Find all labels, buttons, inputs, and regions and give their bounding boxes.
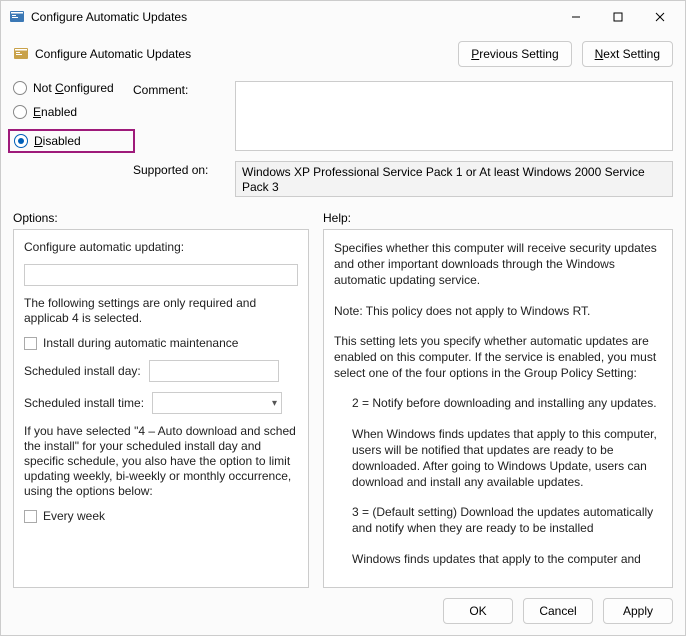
ok-button[interactable]: OK: [443, 598, 513, 624]
supported-line-2: Option 7 only supported on servers of at…: [242, 195, 666, 197]
checkbox-icon: [24, 337, 37, 350]
help-p6: 3 = (Default setting) Download the updat…: [334, 504, 662, 536]
radio-not-configured[interactable]: Not Configured: [13, 81, 125, 95]
options-label: Options:: [13, 211, 309, 225]
help-p4: 2 = Notify before downloading and instal…: [334, 395, 662, 411]
supported-row: Supported on: Windows XP Professional Se…: [133, 161, 673, 197]
panes: Configure automatic updating: The follow…: [1, 229, 685, 588]
close-button[interactable]: [639, 3, 681, 31]
window: Configure Automatic Updates Configure Au…: [0, 0, 686, 636]
radio-icon: [13, 81, 27, 95]
window-controls: [555, 3, 681, 31]
install-day-combo[interactable]: [149, 360, 279, 382]
header-title: Configure Automatic Updates: [35, 47, 191, 61]
install-maintenance-label: Install during automatic maintenance: [43, 336, 238, 350]
radio-dot: [18, 138, 24, 144]
titlebar-icon: [9, 9, 25, 25]
help-content: Specifies whether this computer will rec…: [334, 240, 662, 567]
supported-label: Supported on:: [133, 161, 225, 177]
titlebar: Configure Automatic Updates: [1, 1, 685, 33]
help-label: Help:: [323, 211, 351, 225]
cancel-button[interactable]: Cancel: [523, 598, 593, 624]
apply-button[interactable]: Apply: [603, 598, 673, 624]
previous-setting-button[interactable]: Previous Setting: [458, 41, 571, 67]
supported-line-1: Windows XP Professional Service Pack 1 o…: [242, 165, 666, 195]
help-pane[interactable]: Specifies whether this computer will rec…: [323, 229, 673, 588]
minimize-icon: [571, 12, 581, 22]
comment-row: Comment:: [133, 81, 673, 151]
footer: OK Cancel Apply: [1, 588, 685, 635]
install-time-row: Scheduled install time: ▾: [24, 392, 298, 414]
help-p2: Note: This policy does not apply to Wind…: [334, 303, 662, 319]
comment-label: Comment:: [133, 81, 225, 97]
help-p3: This setting lets you specify whether au…: [334, 333, 662, 382]
help-p1: Specifies whether this computer will rec…: [334, 240, 662, 289]
comment-textarea[interactable]: [235, 81, 673, 151]
every-week-label: Every week: [43, 509, 105, 523]
install-day-label: Scheduled install day:: [24, 364, 141, 378]
maximize-button[interactable]: [597, 3, 639, 31]
options-content: Configure automatic updating: The follow…: [24, 240, 298, 523]
minimize-button[interactable]: [555, 3, 597, 31]
radio-disabled[interactable]: Disabled: [8, 129, 135, 153]
header-left: Configure Automatic Updates: [13, 46, 450, 62]
next-underline: N: [595, 47, 604, 61]
configure-updating-input[interactable]: [24, 264, 298, 286]
install-day-row: Scheduled install day:: [24, 360, 298, 382]
options-note: The following settings are only required…: [24, 296, 298, 326]
chevron-down-icon: ▾: [272, 398, 277, 409]
radio-icon: [13, 105, 27, 119]
install-time-combo[interactable]: ▾: [152, 392, 282, 414]
radio-enabled[interactable]: Enabled: [13, 105, 125, 119]
header-buttons: Previous Setting Next Setting: [458, 41, 673, 67]
next-rest: ext Setting: [603, 47, 660, 61]
install-time-label: Scheduled install time:: [24, 396, 144, 410]
next-setting-button[interactable]: Next Setting: [582, 41, 673, 67]
options-pane[interactable]: Configure automatic updating: The follow…: [13, 229, 309, 588]
config-section: Not Configured Enabled Disabled Comment:…: [1, 73, 685, 201]
prev-rest: revious Setting: [479, 47, 558, 61]
pane-labels: Options: Help:: [1, 201, 685, 229]
radio-icon: [14, 134, 28, 148]
supported-textbox: Windows XP Professional Service Pack 1 o…: [235, 161, 673, 197]
maximize-icon: [613, 12, 623, 22]
header: Configure Automatic Updates Previous Set…: [1, 33, 685, 73]
help-p7: Windows finds updates that apply to the …: [334, 551, 662, 567]
checkbox-icon: [24, 510, 37, 523]
close-icon: [655, 12, 665, 22]
radio-label-not-configured: Not Configured: [33, 81, 114, 95]
install-maintenance-checkbox[interactable]: Install during automatic maintenance: [24, 336, 298, 350]
radio-label-enabled: Enabled: [33, 105, 77, 119]
every-week-checkbox[interactable]: Every week: [24, 509, 298, 523]
options-paragraph: If you have selected "4 – Auto download …: [24, 424, 298, 499]
info-column: Comment: Supported on: Windows XP Profes…: [133, 75, 673, 197]
radio-label-disabled: Disabled: [34, 134, 81, 148]
help-p5: When Windows finds updates that apply to…: [334, 426, 662, 491]
titlebar-title: Configure Automatic Updates: [31, 10, 555, 24]
options-heading: Configure automatic updating:: [24, 240, 298, 254]
state-radios: Not Configured Enabled Disabled: [13, 75, 125, 197]
policy-icon: [13, 46, 29, 62]
